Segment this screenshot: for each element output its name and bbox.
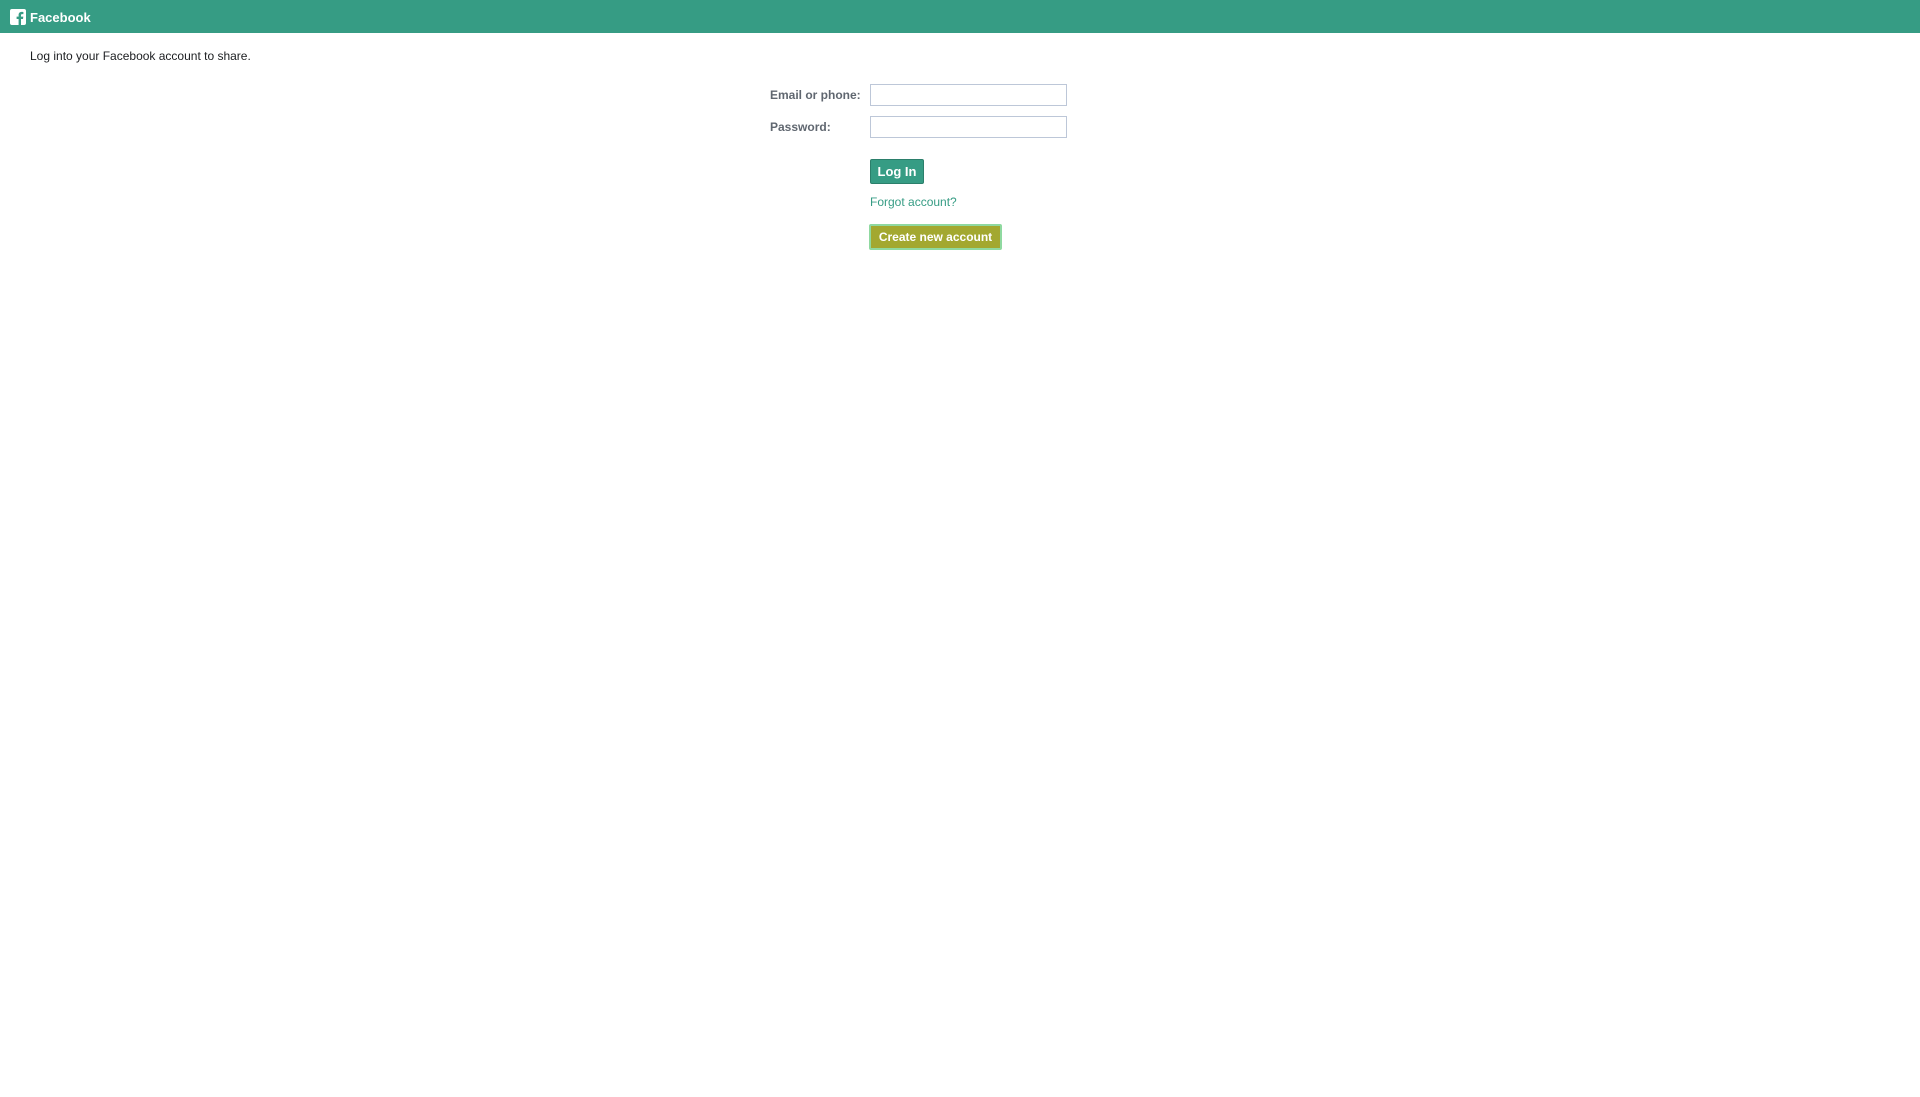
top-bar: Facebook — [0, 0, 1920, 33]
email-field[interactable] — [870, 84, 1067, 106]
login-button[interactable]: Log In — [870, 159, 924, 184]
forgot-account-link[interactable]: Forgot account? — [870, 195, 957, 209]
email-label: Email or phone: — [770, 88, 861, 102]
intro-text: Log into your Facebook account to share. — [30, 49, 251, 63]
brand[interactable]: Facebook — [10, 9, 91, 25]
create-account-button[interactable]: Create new account — [869, 224, 1002, 250]
password-field[interactable] — [870, 116, 1067, 138]
password-label: Password: — [770, 120, 831, 134]
facebook-logo-icon — [10, 9, 26, 25]
brand-title: Facebook — [30, 9, 91, 25]
